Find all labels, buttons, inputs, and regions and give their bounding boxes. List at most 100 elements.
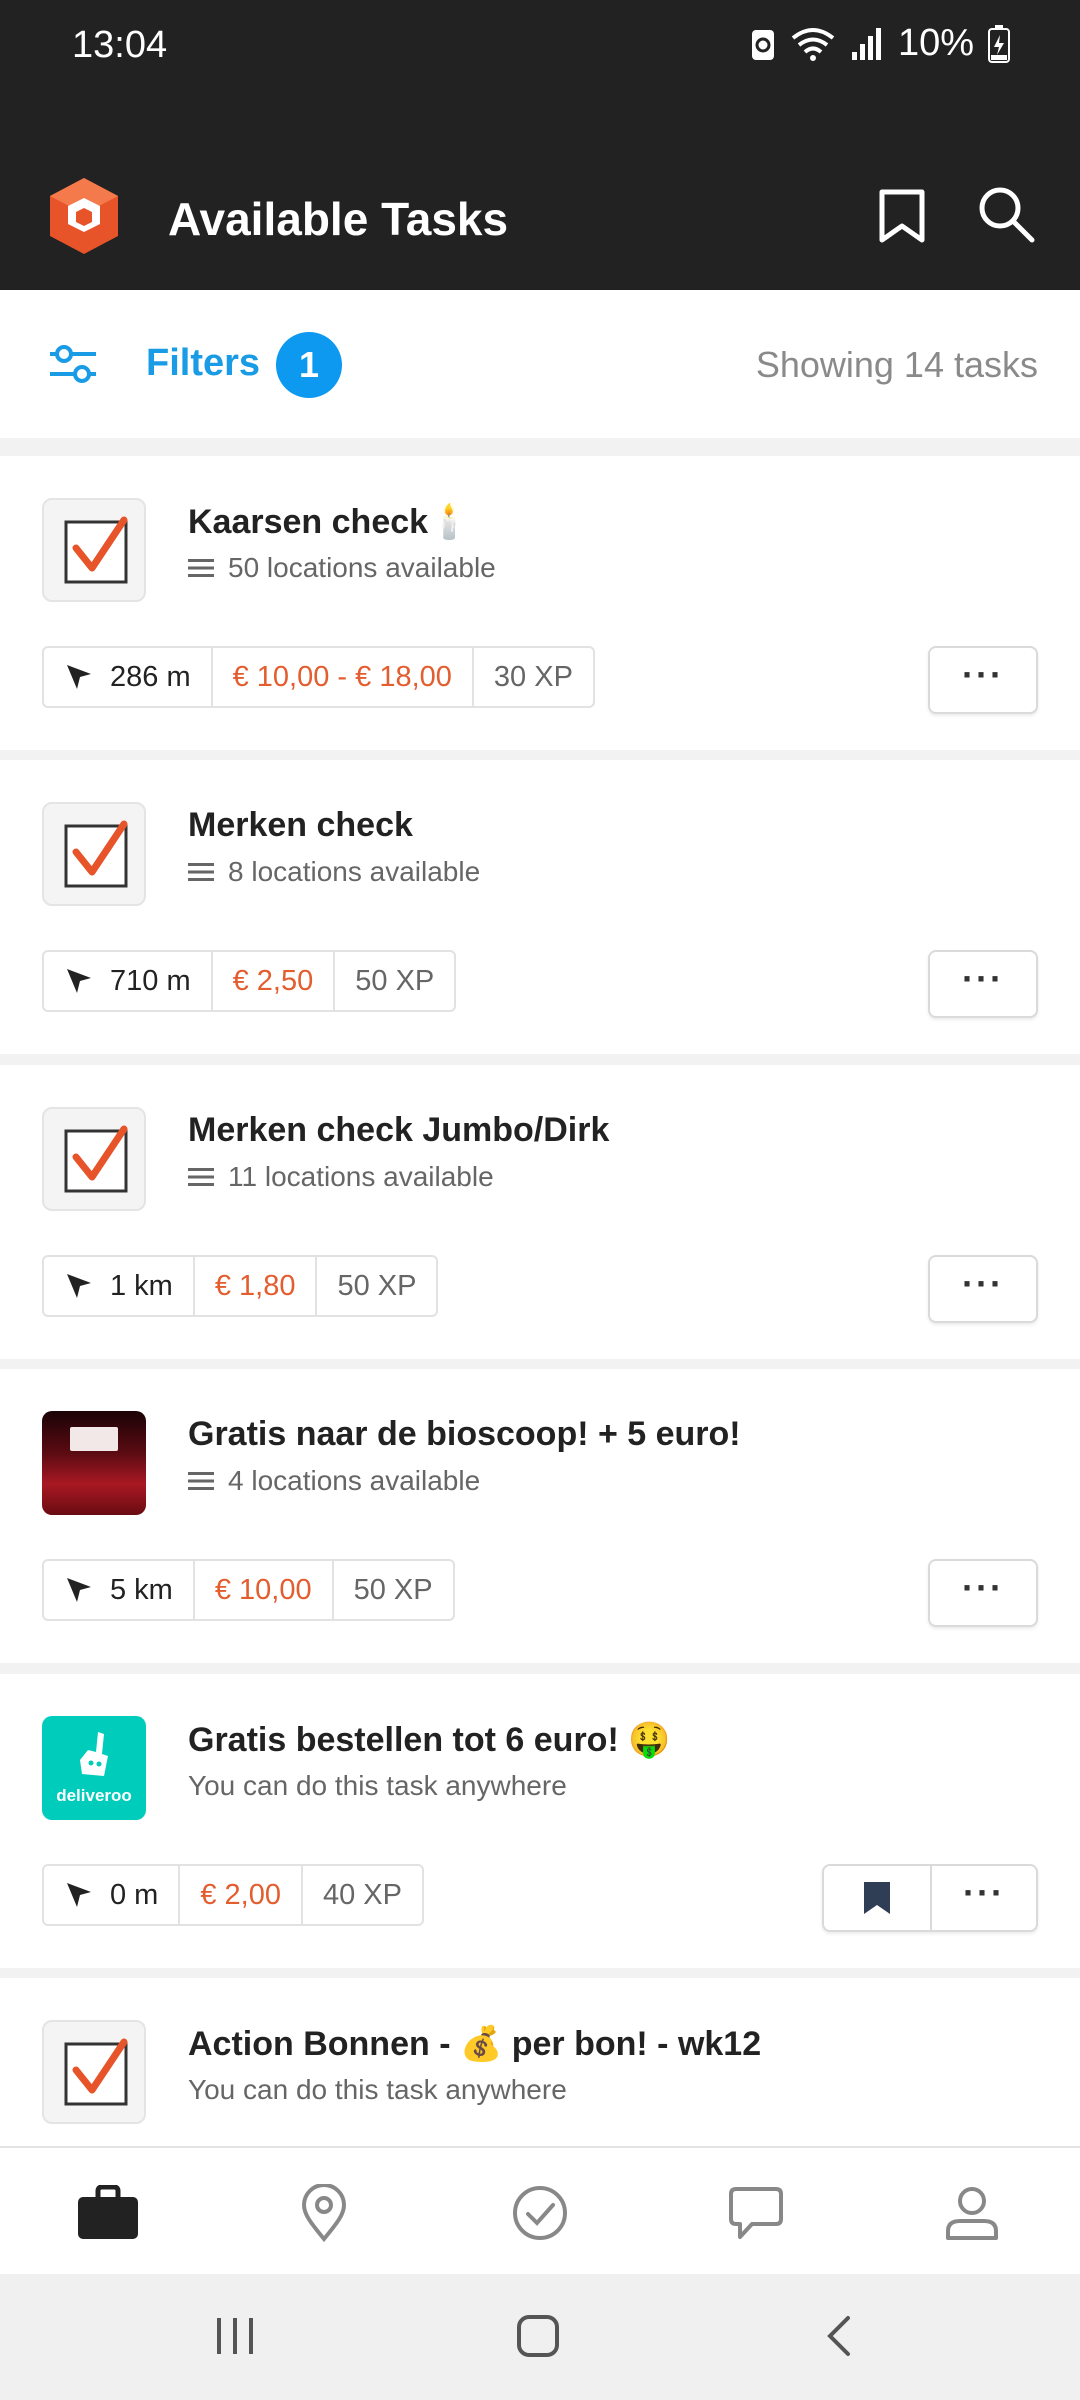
home-icon[interactable]	[516, 2314, 560, 2358]
task-count-text: Showing 14 tasks	[755, 344, 1038, 385]
list-icon	[188, 1472, 214, 1490]
nav-profile[interactable]	[937, 2178, 1007, 2248]
distance-text: 0 m	[110, 1878, 159, 1911]
price-chip: € 2,00	[178, 1866, 301, 1924]
chat-bubble-icon	[729, 2187, 783, 2239]
check-circle-icon	[513, 2186, 567, 2240]
task-card[interactable]: Merken check 8 locations available 710 m…	[0, 760, 1080, 1054]
xp-chip: 50 XP	[331, 1561, 453, 1619]
bookmark-filled-icon	[864, 1882, 890, 1914]
task-title: Gratis naar de bioscoop! + 5 euro!	[188, 1415, 741, 1453]
more-dots-icon: ···	[962, 654, 1004, 695]
navigation-arrow-icon	[67, 665, 91, 689]
task-title: Gratis bestellen tot 6 euro! 🤑	[188, 1721, 671, 1759]
distance-chip: 1 km	[44, 1257, 193, 1315]
task-title: Kaarsen check🕯️	[188, 503, 471, 541]
back-icon[interactable]	[824, 2314, 854, 2358]
xp-chip: 30 XP	[471, 648, 593, 706]
status-icons: 10%	[750, 22, 1010, 65]
filters-button[interactable]: Filters	[146, 342, 260, 385]
task-subtitle: 4 locations available	[188, 1465, 480, 1497]
more-dots-icon: ···	[962, 1567, 1004, 1608]
nav-map[interactable]	[289, 2178, 359, 2248]
nav-completed[interactable]	[505, 2178, 575, 2248]
task-info-chips: 5 km € 10,00 50 XP	[42, 1559, 455, 1621]
bookmark-button[interactable]	[824, 1866, 930, 1930]
distance-chip: 286 m	[44, 648, 211, 706]
task-actions: ···	[928, 646, 1038, 714]
filter-bar: Filters 1 Showing 14 tasks	[0, 290, 1080, 438]
xp-chip: 40 XP	[300, 1866, 422, 1924]
app-logo-icon	[50, 178, 118, 254]
checkbox-icon	[42, 498, 146, 602]
task-actions: ···	[822, 1864, 1038, 1932]
cinema-image	[42, 1411, 146, 1515]
signal-icon	[851, 27, 881, 60]
price-chip: € 10,00	[192, 1561, 332, 1619]
task-card[interactable]: Merken check Jumbo/Dirk 11 locations ava…	[0, 1065, 1080, 1359]
navigation-arrow-icon	[67, 1883, 91, 1907]
price-chip: € 10,00 - € 18,00	[210, 648, 472, 706]
briefcase-icon	[78, 2185, 138, 2239]
distance-text: 710 m	[110, 964, 191, 997]
list-icon	[188, 559, 214, 577]
sliders-icon[interactable]	[48, 342, 98, 386]
distance-chip: 0 m	[44, 1866, 178, 1924]
task-title: Merken check Jumbo/Dirk	[188, 1111, 610, 1149]
task-card[interactable]: deliveroo Gratis bestellen tot 6 euro! 🤑…	[0, 1674, 1080, 1968]
anywhere-text: You can do this task anywhere	[188, 1770, 567, 1801]
navigation-arrow-icon	[67, 1578, 91, 1602]
bottom-navigation	[0, 2146, 1080, 2274]
navigation-arrow-icon	[67, 1274, 91, 1298]
more-options-button[interactable]: ···	[930, 648, 1036, 712]
search-icon[interactable]	[976, 184, 1036, 244]
list-icon	[188, 863, 214, 881]
filter-count-badge: 1	[276, 332, 342, 398]
more-options-button[interactable]: ···	[930, 1866, 1036, 1930]
task-title: Action Bonnen - 💰 per bon! - wk12	[188, 2025, 762, 2063]
task-card[interactable]: Action Bonnen - 💰 per bon! - wk12 You ca…	[0, 1978, 1080, 2146]
task-subtitle: 11 locations available	[188, 1161, 494, 1193]
task-subtitle: You can do this task anywhere	[188, 1770, 567, 1802]
status-bar: 13:04 10%	[0, 0, 1080, 100]
bookmark-outline-icon[interactable]	[876, 188, 928, 244]
status-time: 13:04	[72, 24, 168, 66]
nav-messages[interactable]	[721, 2178, 791, 2248]
deliveroo-kangaroo-icon	[80, 1732, 108, 1776]
checkbox-icon	[42, 802, 146, 906]
task-actions: ···	[928, 950, 1038, 1018]
nav-tasks[interactable]	[73, 2178, 143, 2248]
cinema-screen	[70, 1427, 118, 1451]
distance-chip: 710 m	[44, 952, 211, 1010]
locations-text: 8 locations available	[228, 856, 481, 887]
battery-charging-icon	[988, 24, 1010, 63]
more-dots-icon: ···	[963, 1872, 1005, 1913]
recent-apps-icon[interactable]	[214, 2316, 256, 2356]
checkbox-icon	[42, 2020, 146, 2124]
page-title: Available Tasks	[168, 193, 509, 245]
task-info-chips: 0 m € 2,00 40 XP	[42, 1864, 424, 1926]
task-info-chips: 710 m € 2,50 50 XP	[42, 950, 457, 1012]
xp-chip: 50 XP	[315, 1257, 436, 1315]
more-options-button[interactable]: ···	[930, 952, 1036, 1016]
system-navigation-bar	[0, 2274, 1080, 2400]
battery-saver-icon	[751, 29, 774, 60]
distance-text: 286 m	[110, 660, 191, 693]
distance-text: 1 km	[110, 1269, 173, 1302]
price-chip: € 1,80	[192, 1257, 316, 1315]
task-card[interactable]: Kaarsen check🕯️ 50 locations available 2…	[0, 456, 1080, 750]
more-options-button[interactable]: ···	[930, 1561, 1036, 1625]
locations-text: 50 locations available	[228, 552, 496, 583]
navigation-arrow-icon	[67, 969, 91, 993]
xp-chip: 50 XP	[333, 952, 454, 1010]
price-chip: € 2,50	[210, 952, 334, 1010]
task-card[interactable]: Gratis naar de bioscoop! + 5 euro! 4 loc…	[0, 1369, 1080, 1663]
deliveroo-logo: deliveroo	[42, 1716, 146, 1820]
anywhere-text: You can do this task anywhere	[188, 2074, 567, 2105]
task-title: Merken check	[188, 806, 413, 844]
location-pin-icon	[301, 2184, 347, 2242]
more-options-button[interactable]: ···	[930, 1257, 1036, 1321]
checkbox-icon	[42, 1107, 146, 1211]
battery-percent: 10%	[897, 22, 974, 64]
task-actions: ···	[928, 1255, 1038, 1323]
